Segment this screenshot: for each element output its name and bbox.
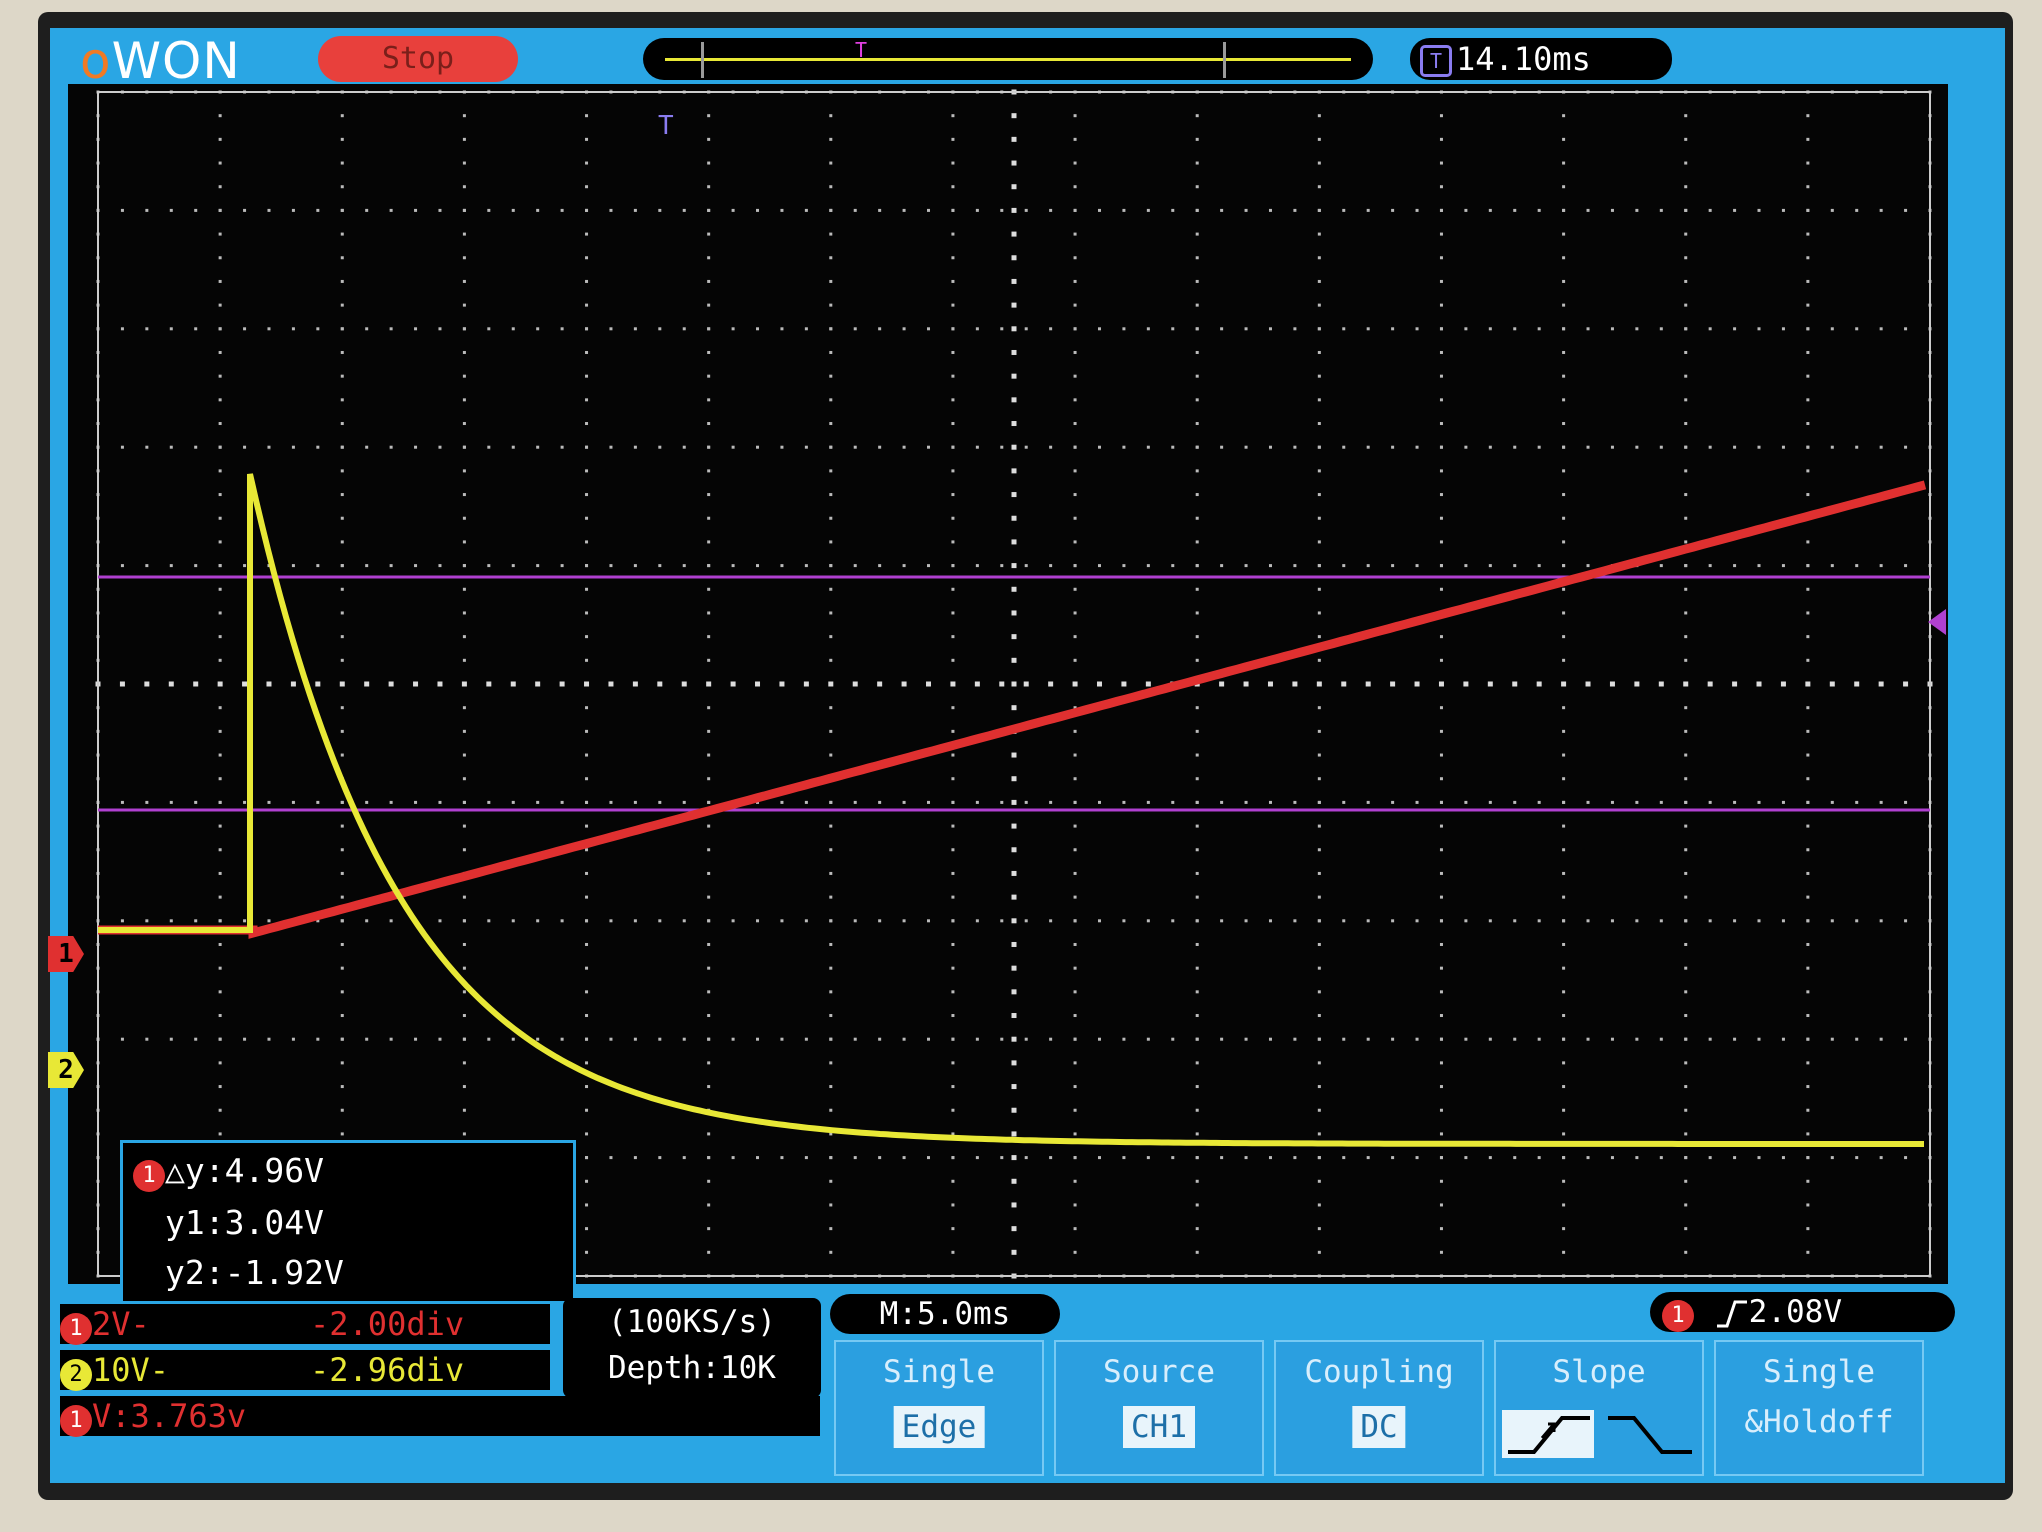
rising-edge-icon: [1713, 1299, 1749, 1329]
trigger-time-readout: T 14.10ms: [1410, 38, 1672, 80]
acquisition-info: (100KS/s) Depth:10K: [563, 1298, 821, 1398]
channel-badge: 1: [60, 1313, 92, 1345]
trigger-icon: T: [1420, 45, 1452, 77]
trigger-level-readout[interactable]: 1 2.08V: [1650, 1292, 1955, 1332]
trigger-marker-icon: T: [658, 111, 674, 141]
channel-2-settings[interactable]: 2 10V- -2.96div: [60, 1350, 550, 1391]
timebase-readout[interactable]: M:5.0ms: [830, 1294, 1060, 1334]
cursor-readout-panel: 1 △y:4.96V y1:3.04V y2:-1.92V: [120, 1140, 576, 1304]
channel-1-settings[interactable]: 1 2V- -2.00div: [60, 1304, 550, 1345]
top-bar: oWON Stop T T 14.10ms: [50, 28, 2005, 90]
brand-logo: oWON: [80, 32, 241, 90]
y2-readout: y2:-1.92V: [165, 1253, 344, 1292]
oscilloscope-screen: oWON Stop T T 14.10ms T 1 △y:4.96V y1:3.04…: [48, 28, 2005, 1483]
memory-position-bar: T: [643, 38, 1373, 80]
menu-source[interactable]: Source CH1: [1054, 1340, 1264, 1476]
waveform-display[interactable]: T 1 △y:4.96V y1:3.04V y2:-1.92V: [68, 84, 1948, 1304]
graticule-grid: [95, 89, 1933, 1279]
y1-readout: y1:3.04V: [165, 1203, 324, 1242]
channel-badge: 1: [1662, 1300, 1694, 1332]
delta-y-readout: △y:4.96V: [165, 1151, 324, 1190]
menu-single-edge[interactable]: Single Edge: [834, 1340, 1044, 1476]
menu-single-holdoff[interactable]: Single &Holdoff: [1714, 1340, 1924, 1476]
menu-slope[interactable]: Slope: [1494, 1340, 1704, 1476]
channel-badge: 2: [60, 1359, 92, 1391]
waveform-svg: T: [95, 89, 1946, 1279]
run-stop-status[interactable]: Stop: [318, 36, 518, 82]
channel-badge: 1: [133, 1160, 165, 1192]
measurement-readout: 1 V:3.763v: [60, 1396, 820, 1437]
trigger-position-marker: T: [855, 38, 868, 62]
channel-badge: 1: [60, 1405, 92, 1437]
menu-coupling[interactable]: Coupling DC: [1274, 1340, 1484, 1476]
slope-options-icons: [1502, 1410, 1692, 1458]
